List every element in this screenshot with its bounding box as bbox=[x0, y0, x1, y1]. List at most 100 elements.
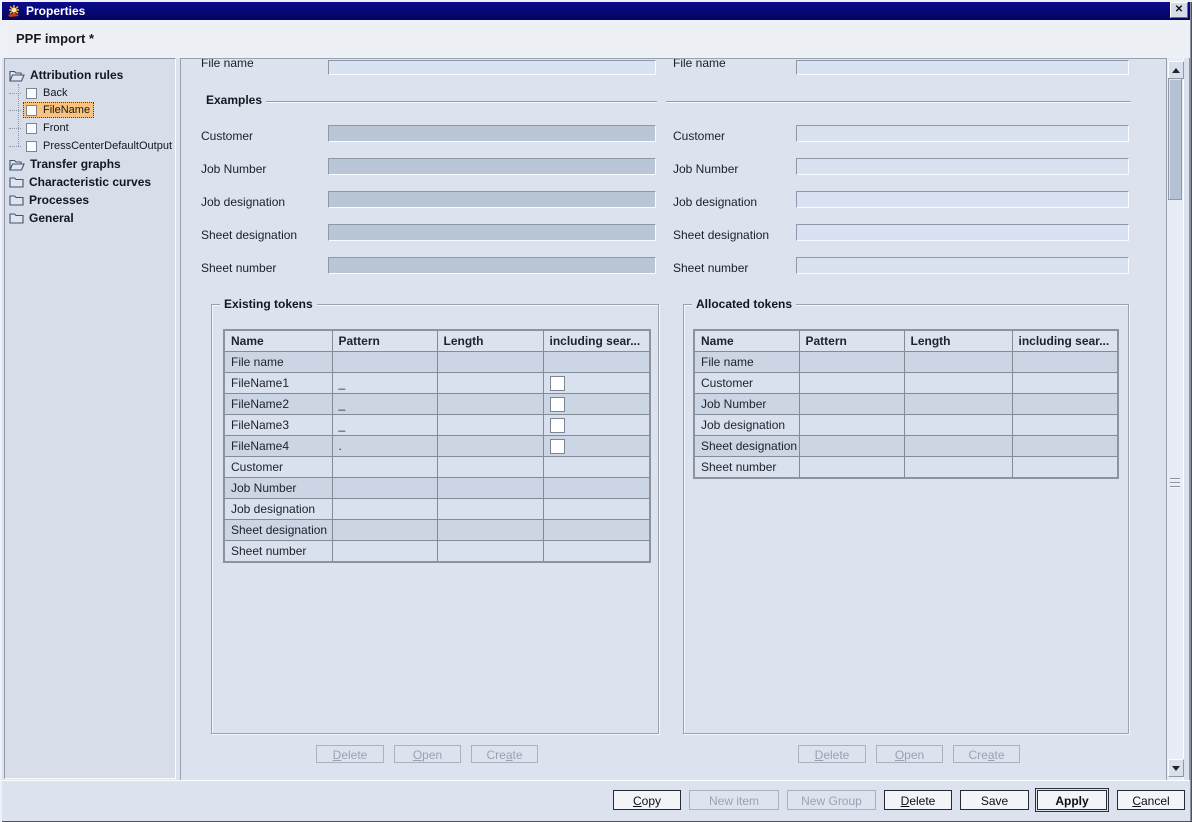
new-item-button: New item bbox=[689, 790, 779, 810]
column-header-including-search[interactable]: including sear... bbox=[1012, 330, 1118, 352]
sidebar-item-transfer-graphs[interactable]: Transfer graphs bbox=[9, 155, 121, 173]
sidebar-item-front[interactable]: Front bbox=[9, 119, 73, 137]
sidebar-item-presscenterdefaultoutput[interactable]: PressCenterDefaultOutput bbox=[9, 137, 176, 155]
file-name-input[interactable] bbox=[328, 60, 656, 75]
create-token-button: Create bbox=[471, 745, 538, 763]
column-header-pattern[interactable]: Pattern bbox=[332, 330, 437, 352]
job-designation-input bbox=[328, 191, 656, 208]
folder-open-icon bbox=[9, 69, 25, 82]
examples-group-label: Examples bbox=[206, 93, 262, 107]
table-row[interactable]: Job designation bbox=[224, 499, 650, 520]
sidebar-item-back[interactable]: Back bbox=[9, 84, 71, 102]
navigation-tree: Attribution rules Back FileName Front bbox=[4, 58, 176, 779]
page-title: PPF import * bbox=[16, 31, 94, 46]
including-search-checkbox[interactable] bbox=[550, 418, 565, 433]
delete-token-button: Delete bbox=[316, 745, 384, 763]
table-row[interactable]: Customer bbox=[694, 373, 1118, 394]
close-button[interactable]: ✕ bbox=[1170, 2, 1188, 18]
node-icon bbox=[26, 88, 37, 99]
job-designation-input[interactable] bbox=[796, 191, 1129, 208]
copy-button[interactable]: Copy bbox=[613, 790, 681, 810]
dialog-header: PPF import * bbox=[2, 20, 1190, 58]
apply-button[interactable]: Apply bbox=[1037, 790, 1107, 810]
open-token-button: Open bbox=[394, 745, 461, 763]
table-row[interactable]: Sheet designation bbox=[694, 436, 1118, 457]
sheet-designation-label: Sheet designation bbox=[201, 228, 297, 242]
file-name-label: File name bbox=[673, 58, 726, 70]
job-number-input[interactable] bbox=[796, 158, 1129, 175]
cancel-button[interactable]: Cancel bbox=[1117, 790, 1185, 810]
down-arrow-icon bbox=[1172, 766, 1180, 771]
node-icon bbox=[26, 141, 37, 152]
column-header-name[interactable]: Name bbox=[224, 330, 332, 352]
table-row[interactable]: File name bbox=[224, 352, 650, 373]
table-row[interactable]: Job Number bbox=[694, 394, 1118, 415]
node-icon bbox=[26, 123, 37, 134]
customer-label: Customer bbox=[201, 129, 253, 143]
sidebar-item-filename[interactable]: FileName bbox=[9, 101, 94, 119]
node-icon bbox=[26, 105, 37, 116]
column-header-length[interactable]: Length bbox=[904, 330, 1012, 352]
including-search-checkbox[interactable] bbox=[550, 397, 565, 412]
table-header-row: Name Pattern Length including sear... bbox=[224, 330, 650, 352]
job-designation-label: Job designation bbox=[201, 195, 285, 209]
job-designation-label: Job designation bbox=[673, 195, 757, 209]
including-search-checkbox[interactable] bbox=[550, 439, 565, 454]
allocated-tokens-table: Name Pattern Length including sear... Fi… bbox=[693, 329, 1119, 479]
column-header-length[interactable]: Length bbox=[437, 330, 543, 352]
column-header-name[interactable]: Name bbox=[694, 330, 799, 352]
table-row[interactable]: Job designation bbox=[694, 415, 1118, 436]
app-icon bbox=[6, 4, 22, 18]
sidebar-item-attribution-rules[interactable]: Attribution rules bbox=[9, 66, 123, 84]
scroll-up-button[interactable] bbox=[1168, 61, 1184, 79]
table-row[interactable]: FileName4. bbox=[224, 436, 650, 457]
scroll-down-button[interactable] bbox=[1168, 759, 1184, 777]
vertical-scrollbar[interactable] bbox=[1166, 58, 1184, 780]
delete-token-button: Delete bbox=[798, 745, 866, 763]
title-bar[interactable]: Properties bbox=[2, 2, 1190, 20]
customer-input[interactable] bbox=[796, 125, 1129, 142]
column-header-pattern[interactable]: Pattern bbox=[799, 330, 904, 352]
file-name-label: File name bbox=[201, 58, 254, 70]
allocated-tokens-groupbox: Allocated tokens Name Pattern Length inc… bbox=[683, 304, 1129, 734]
sidebar-item-characteristic-curves[interactable]: Characteristic curves bbox=[9, 173, 151, 191]
scrollbar-thumb[interactable] bbox=[1168, 78, 1182, 200]
table-header-row: Name Pattern Length including sear... bbox=[694, 330, 1118, 352]
table-row[interactable]: FileName1_ bbox=[224, 373, 650, 394]
job-number-label: Job Number bbox=[673, 162, 738, 176]
new-group-button: New Group bbox=[787, 790, 876, 810]
table-row[interactable]: FileName2_ bbox=[224, 394, 650, 415]
save-button[interactable]: Save bbox=[960, 790, 1029, 810]
column-header-including-search[interactable]: including sear... bbox=[543, 330, 650, 352]
selected-tree-item: FileName bbox=[23, 102, 94, 118]
table-row[interactable]: Sheet number bbox=[694, 457, 1118, 479]
table-row[interactable]: File name bbox=[694, 352, 1118, 373]
examples-separator bbox=[666, 101, 1131, 103]
table-row[interactable]: FileName3_ bbox=[224, 415, 650, 436]
including-search-checkbox[interactable] bbox=[550, 376, 565, 391]
table-row[interactable]: Sheet number bbox=[224, 541, 650, 563]
window-title: Properties bbox=[26, 4, 85, 18]
file-name-input[interactable] bbox=[796, 60, 1129, 75]
table-row[interactable]: Sheet designation bbox=[224, 520, 650, 541]
footer-button-bar: Copy New item New Group Delete Save Appl… bbox=[2, 780, 1190, 821]
sidebar-item-processes[interactable]: Processes bbox=[9, 191, 89, 209]
sidebar-item-general[interactable]: General bbox=[9, 209, 74, 227]
delete-button[interactable]: Delete bbox=[884, 790, 952, 810]
scrollbar-grip-icon[interactable] bbox=[1170, 478, 1180, 490]
table-row[interactable]: Job Number bbox=[224, 478, 650, 499]
folder-icon bbox=[9, 212, 24, 224]
open-token-button: Open bbox=[876, 745, 943, 763]
sheet-number-input bbox=[328, 257, 656, 274]
properties-dialog: Properties ✕ PPF import * Attribution ru… bbox=[0, 0, 1192, 822]
table-row[interactable]: Customer bbox=[224, 457, 650, 478]
up-arrow-icon bbox=[1172, 68, 1180, 73]
sheet-designation-input[interactable] bbox=[796, 224, 1129, 241]
folder-icon bbox=[9, 194, 24, 206]
existing-tokens-title: Existing tokens bbox=[220, 297, 317, 311]
examples-separator bbox=[266, 101, 657, 103]
allocated-tokens-title: Allocated tokens bbox=[692, 297, 796, 311]
existing-tokens-table: Name Pattern Length including sear... Fi… bbox=[223, 329, 651, 563]
create-token-button: Create bbox=[953, 745, 1020, 763]
sheet-number-input[interactable] bbox=[796, 257, 1129, 274]
